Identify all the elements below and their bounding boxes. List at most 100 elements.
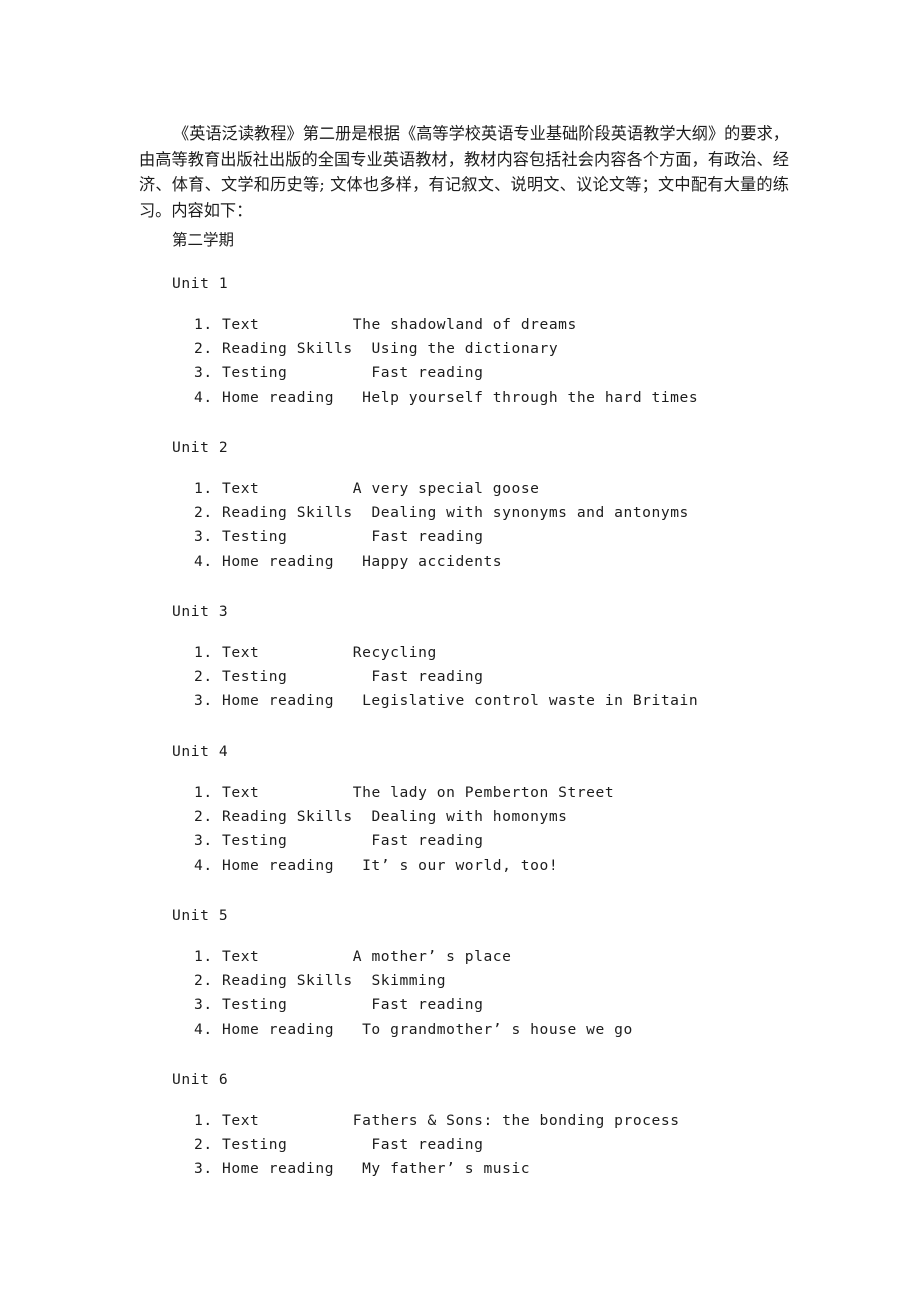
unit-item-label: Home reading — [222, 1020, 335, 1038]
unit-item-label: Testing — [222, 668, 288, 686]
unit-item-description: Fast reading — [371, 832, 484, 850]
unit-item-number: 3. — [194, 528, 213, 546]
unit-item: 3. Testing Fast reading — [172, 993, 872, 1017]
unit-item-spacer — [287, 1136, 371, 1153]
unit-item-description: Fast reading — [371, 996, 484, 1014]
unit-item: 4. Home reading Help yourself through th… — [172, 386, 872, 410]
unit-item-spacer — [353, 504, 372, 521]
unit-item-number: 2. — [194, 972, 213, 990]
unit-item-description: A very special goose — [352, 480, 540, 497]
unit-section: Unit 6 1. Text Fathers & Sons: the bondi… — [172, 1069, 872, 1182]
unit-item-number: 2. — [194, 340, 213, 358]
unit-title: Unit 2 — [172, 439, 229, 456]
unit-section: Unit 4 1. Text The lady on Pemberton Str… — [172, 741, 872, 878]
unit-item-description: Skimming — [371, 972, 447, 990]
unit-item-label: Text — [222, 480, 260, 497]
unit-item-label: Text — [222, 1112, 260, 1129]
unit-item: 1. Text A mother’ s place — [172, 945, 872, 969]
unit-item-label: Text — [222, 316, 260, 333]
unit-item: 4. Home reading Happy accidents — [172, 550, 872, 574]
unit-item-description: Dealing with homonyms — [371, 808, 568, 826]
unit-item-number: 2. — [194, 1136, 213, 1154]
unit-item-number: 2. — [194, 504, 213, 522]
unit-item-label: Testing — [222, 996, 288, 1014]
document-page: 《英语泛读教程》第二册是根据《高等学校英语专业基础阶段英语教学大纲》的要求，由高… — [0, 0, 920, 1302]
unit-section: Unit 1 1. Text The shadowland of dreams 2… — [172, 273, 872, 410]
unit-item: 1. Text The shadowland of dreams — [172, 313, 872, 337]
unit-item-number: 1. — [194, 480, 213, 497]
unit-item: 4. Home reading It’ s our world, too! — [172, 854, 872, 878]
unit-item-number: 4. — [194, 552, 213, 570]
unit-item-spacer — [287, 364, 371, 381]
unit-item-label: Home reading — [222, 1160, 335, 1178]
unit-item-spacer — [353, 972, 372, 989]
unit-item-spacer — [334, 1160, 362, 1177]
unit-item-number: 1. — [194, 644, 213, 661]
unit-item: 2. Reading Skills Skimming — [172, 969, 872, 993]
unit-item-description: My father’ s music — [362, 1160, 531, 1178]
unit-item-label: Home reading — [222, 552, 335, 570]
unit-item-number: 2. — [194, 808, 213, 826]
unit-item-label: Testing — [222, 832, 288, 850]
unit-title: Unit 1 — [172, 275, 229, 292]
unit-item: 3. Home reading My father’ s music — [172, 1157, 872, 1181]
unit-item-label: Reading Skills — [222, 972, 353, 990]
unit-item-description: Help yourself through the hard times — [362, 388, 699, 406]
unit-item: 4. Home reading To grandmother’ s house … — [172, 1018, 872, 1042]
unit-item: 3. Home reading Legislative control wast… — [172, 689, 872, 713]
unit-item-spacer — [259, 644, 352, 661]
unit-item: 1. Text A very special goose — [172, 477, 872, 501]
unit-item-number: 1. — [194, 316, 213, 333]
unit-item: 3. Testing Fast reading — [172, 525, 872, 549]
unit-item-spacer — [334, 553, 362, 570]
unit-item-description: The shadowland of dreams — [352, 316, 577, 333]
unit-item-label: Home reading — [222, 692, 335, 710]
unit-item-label: Reading Skills — [222, 340, 353, 358]
unit-item-spacer — [353, 808, 372, 825]
unit-item-number: 4. — [194, 388, 213, 406]
unit-item-list: 1. Text Recycling 2. Testing Fast reading… — [172, 641, 872, 714]
unit-item-number: 1. — [194, 1112, 213, 1129]
unit-item-number: 1. — [194, 784, 213, 801]
unit-item-description: Fathers & Sons: the bonding process — [352, 1112, 680, 1129]
unit-item-number: 2. — [194, 668, 213, 686]
unit-item-spacer — [287, 668, 371, 685]
unit-item-spacer — [334, 1021, 362, 1038]
unit-item-spacer — [334, 389, 362, 406]
unit-item-number: 1. — [194, 948, 213, 965]
unit-item-label: Testing — [222, 364, 288, 382]
unit-item-description: To grandmother’ s house we go — [362, 1020, 633, 1038]
unit-item-spacer — [287, 832, 371, 849]
term-heading: 第二学期 — [172, 231, 235, 249]
unit-item-description: Dealing with synonyms and antonyms — [371, 504, 689, 522]
unit-item-description: Fast reading — [371, 364, 484, 382]
unit-item-label: Reading Skills — [222, 808, 353, 826]
unit-section: Unit 3 1. Text Recycling 2. Testing Fast … — [172, 601, 872, 714]
unit-item-list: 1. Text The lady on Pemberton Street 2. R… — [172, 781, 872, 878]
unit-item-spacer — [334, 857, 362, 874]
unit-item-description: The lady on Pemberton Street — [352, 784, 615, 801]
unit-item-label: Home reading — [222, 388, 335, 406]
unit-title: Unit 6 — [172, 1071, 229, 1088]
unit-item-description: Fast reading — [371, 528, 484, 546]
unit-item-spacer — [259, 948, 352, 965]
unit-item-spacer — [287, 528, 371, 545]
unit-item: 3. Testing Fast reading — [172, 829, 872, 853]
unit-item: 2. Reading Skills Dealing with synonyms … — [172, 501, 872, 525]
unit-item-label: Text — [222, 948, 260, 965]
unit-item-number: 3. — [194, 996, 213, 1014]
unit-title: Unit 4 — [172, 743, 229, 760]
unit-section: Unit 2 1. Text A very special goose 2. Re… — [172, 437, 872, 574]
unit-item: 1. Text Recycling — [172, 641, 872, 665]
unit-item: 3. Testing Fast reading — [172, 361, 872, 385]
unit-item-list: 1. Text A very special goose 2. Reading S… — [172, 477, 872, 574]
unit-title: Unit 5 — [172, 907, 229, 924]
unit-item-description: Legislative control waste in Britain — [362, 692, 699, 710]
unit-item-label: Text — [222, 644, 260, 661]
unit-item: 1. Text The lady on Pemberton Street — [172, 781, 872, 805]
unit-item: 2. Testing Fast reading — [172, 665, 872, 689]
unit-item-list: 1. Text The shadowland of dreams 2. Readi… — [172, 313, 872, 410]
unit-item-list: 1. Text A mother’ s place 2. Reading Skil… — [172, 945, 872, 1042]
unit-item-spacer — [334, 692, 362, 709]
unit-item-spacer — [287, 996, 371, 1013]
